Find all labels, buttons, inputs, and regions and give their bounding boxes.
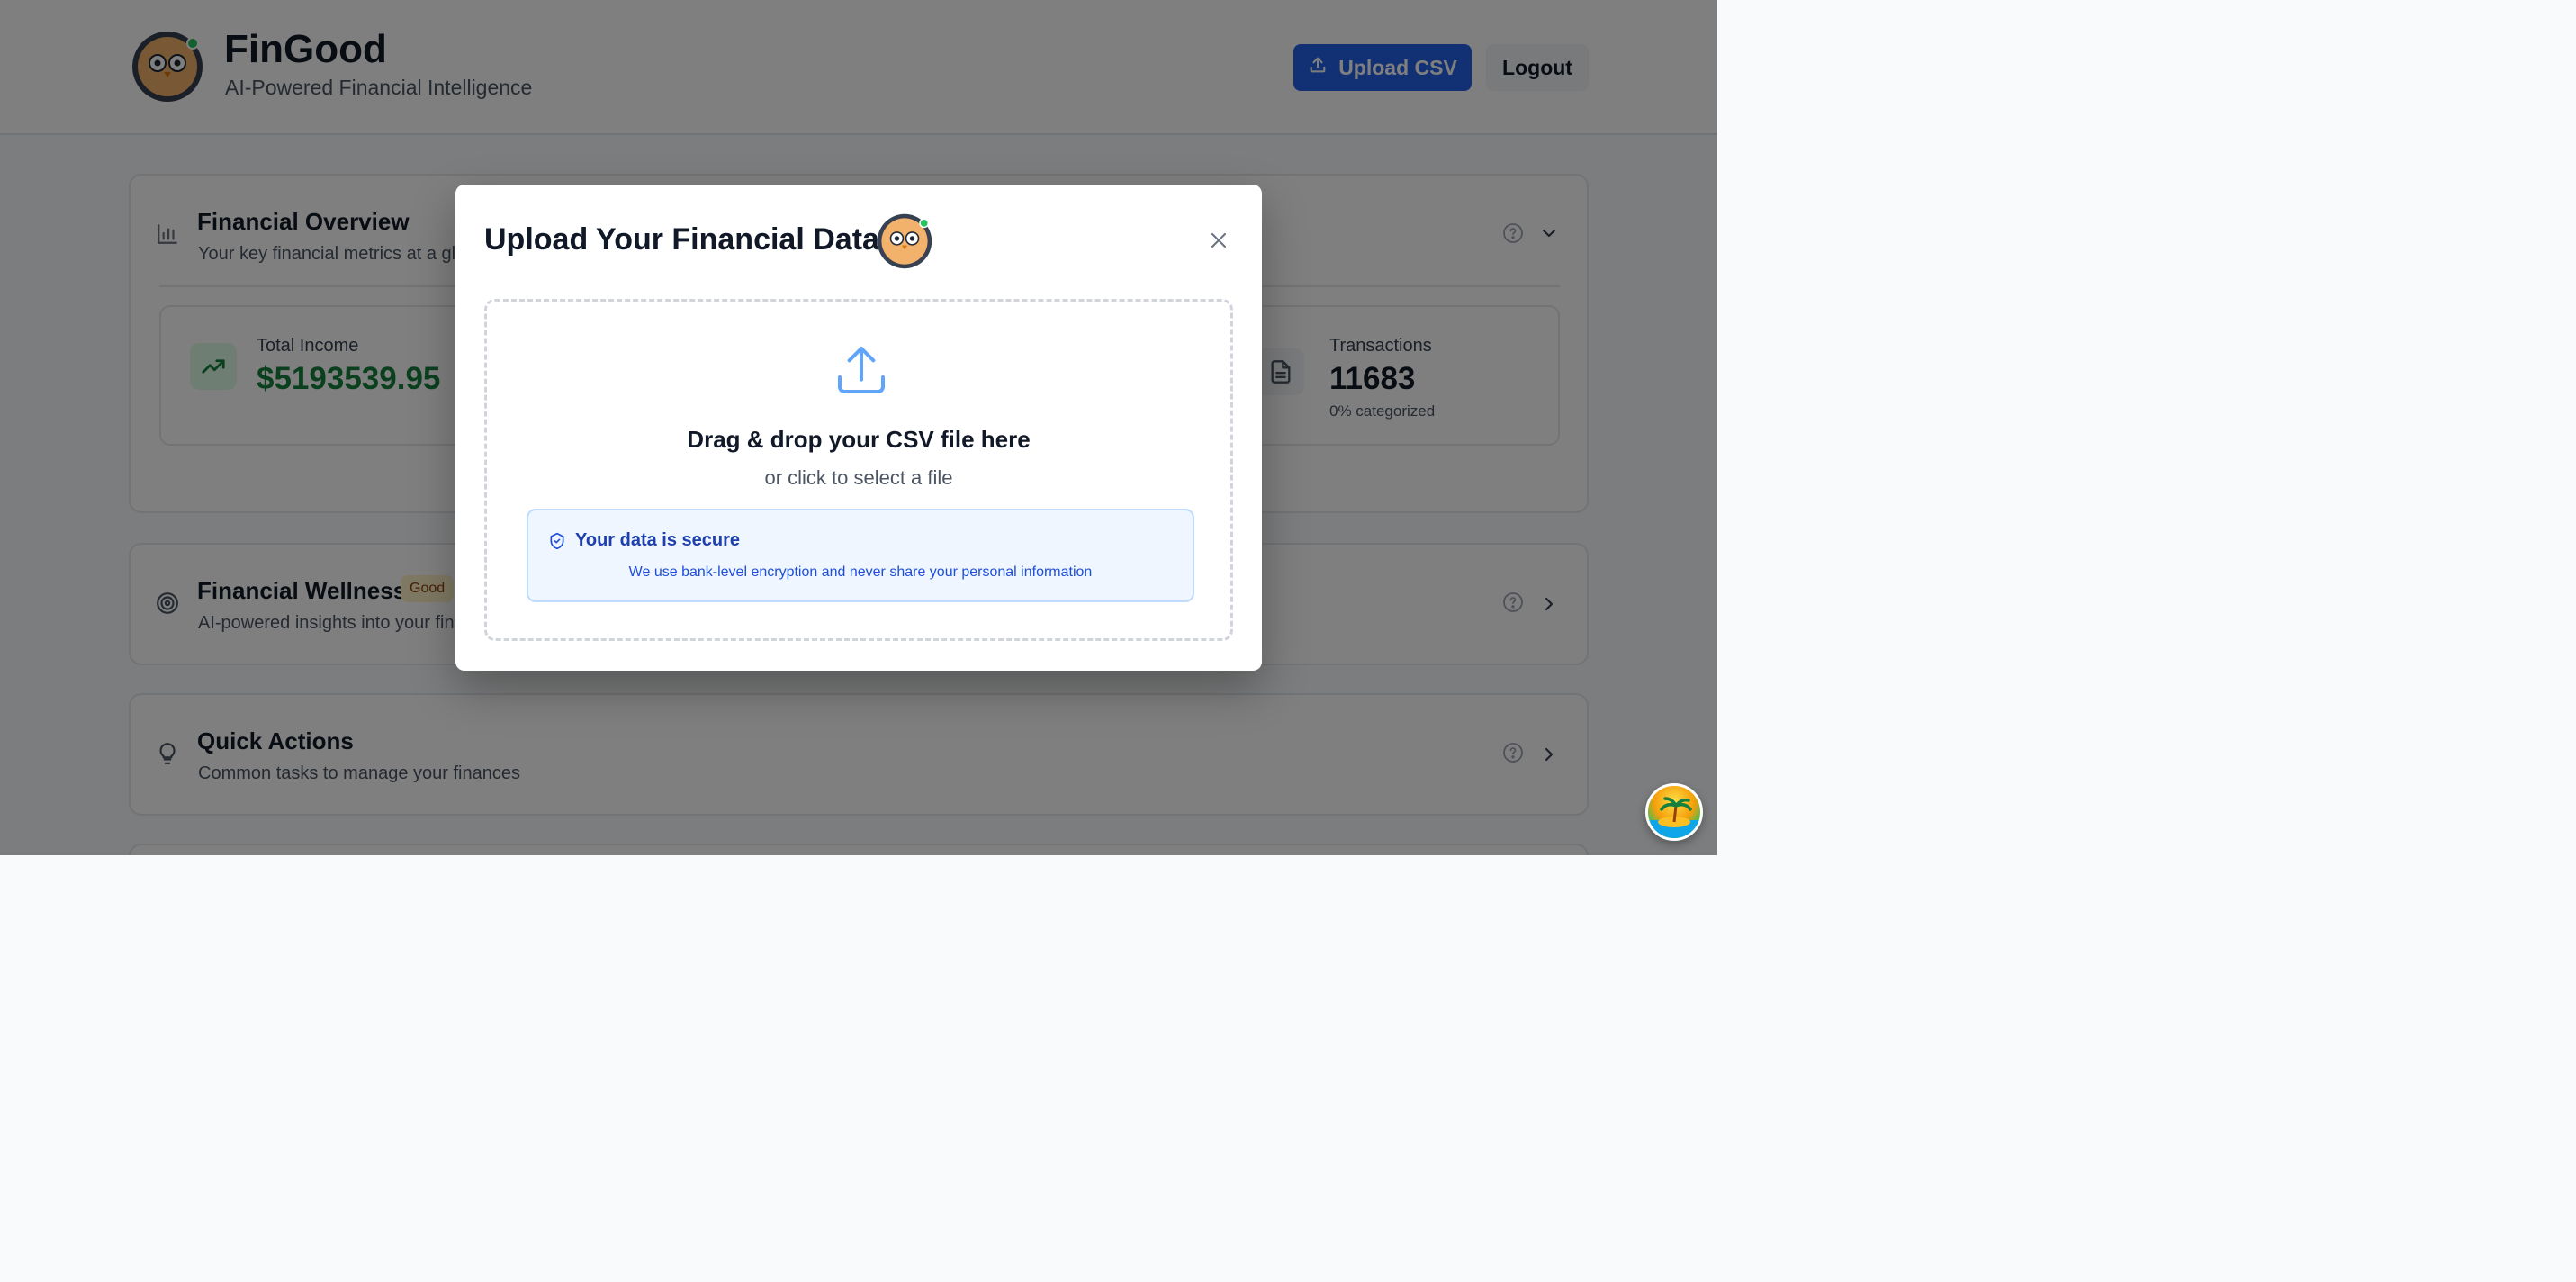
app-viewport: FinGood AI-Powered Financial Intelligenc… <box>0 0 1717 855</box>
shield-check-icon <box>548 532 566 550</box>
security-title: Your data is secure <box>575 530 741 550</box>
upload-icon <box>833 341 890 399</box>
dropzone-subtitle: or click to select a file <box>764 466 953 489</box>
dropzone-title: Drag & drop your CSV file here <box>687 426 1031 453</box>
island-assistant-button[interactable] <box>1645 783 1703 841</box>
security-notice: Your data is secure We use bank-level en… <box>527 509 1194 602</box>
owl-avatar-icon <box>877 213 932 269</box>
csv-dropzone[interactable]: Drag & drop your CSV file here or click … <box>484 299 1233 641</box>
modal-title: Upload Your Financial Data <box>484 222 879 257</box>
close-icon[interactable] <box>1206 228 1231 253</box>
security-text: We use bank-level encryption and never s… <box>628 564 1093 580</box>
upload-modal: Upload Your Financial Data Drag & drop y… <box>455 185 1262 671</box>
palm-tree-icon <box>1648 797 1700 838</box>
